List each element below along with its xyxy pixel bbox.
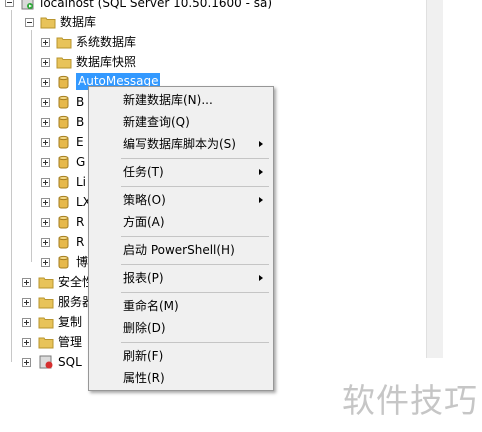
database-label: 博 <box>76 255 89 269</box>
expand-toggle[interactable] <box>22 318 31 327</box>
context-menu-item-label: 属性(R) <box>123 371 165 385</box>
database-label: 系统数据库 <box>76 35 137 49</box>
submenu-arrow-icon <box>259 197 263 203</box>
context-menu-item-label: 方面(A) <box>123 215 165 229</box>
context-menu-item-label: 新建查询(Q) <box>123 115 190 129</box>
context-menu-item[interactable]: 报表(P) <box>91 267 271 289</box>
database-label: Li <box>76 175 87 189</box>
database-label: G <box>76 155 86 169</box>
submenu-arrow-icon <box>259 275 263 281</box>
context-menu-item[interactable]: 任务(T) <box>91 161 271 183</box>
menu-separator <box>121 292 269 293</box>
folder-icon <box>38 337 54 349</box>
expand-toggle[interactable] <box>22 278 31 287</box>
menu-separator <box>121 342 269 343</box>
database-label: B <box>76 95 85 109</box>
menu-separator <box>121 158 269 159</box>
expand-toggle[interactable] <box>22 298 31 307</box>
folder-icon <box>38 297 54 309</box>
expand-toggle[interactable] <box>41 78 50 87</box>
expand-toggle[interactable] <box>41 198 50 207</box>
sql-agent-icon <box>39 355 53 369</box>
database-icon <box>58 255 69 269</box>
submenu-arrow-icon <box>259 141 263 147</box>
context-menu-item[interactable]: 方面(A) <box>91 211 271 233</box>
server-child-label: SQL <box>58 355 82 369</box>
context-menu-item[interactable]: 刷新(F) <box>91 345 271 367</box>
database-label: 数据库快照 <box>76 55 137 69</box>
context-menu-item-label: 报表(P) <box>123 271 164 285</box>
context-menu-item-label: 策略(O) <box>123 193 166 207</box>
context-menu-item[interactable]: 重命名(M) <box>91 295 271 317</box>
expand-toggle[interactable] <box>41 158 50 167</box>
database-icon <box>58 215 69 229</box>
database-icon <box>58 175 69 189</box>
menu-separator <box>121 236 269 237</box>
database-icon <box>58 135 69 149</box>
expand-toggle[interactable] <box>41 58 50 67</box>
folder-icon <box>56 57 72 69</box>
watermark: 软件技巧 <box>342 381 478 420</box>
context-menu-item-label: 重命名(M) <box>123 299 179 313</box>
database-icon <box>58 195 69 209</box>
context-menu-item-label: 删除(D) <box>123 321 166 335</box>
expand-toggle[interactable] <box>41 218 50 227</box>
database-label: R <box>76 235 85 249</box>
menu-separator <box>121 264 269 265</box>
collapse-toggle[interactable] <box>25 18 34 27</box>
vertical-scrollbar[interactable] <box>426 0 443 358</box>
folder-icon <box>38 317 54 329</box>
server-child-label: 复制 <box>58 315 83 329</box>
database-icon <box>58 235 69 249</box>
menu-separator <box>121 186 269 187</box>
expand-toggle[interactable] <box>41 178 50 187</box>
context-menu-item-label: 刷新(F) <box>123 349 164 363</box>
database-icon <box>58 155 69 169</box>
submenu-arrow-icon <box>259 169 263 175</box>
expand-toggle[interactable] <box>41 118 50 127</box>
database-label: R <box>76 215 85 229</box>
database-icon <box>58 115 69 129</box>
tree-line <box>11 10 12 362</box>
database-label: E <box>76 135 84 149</box>
context-menu-item[interactable]: 属性(R) <box>91 367 271 389</box>
tree-line <box>31 30 32 262</box>
expand-toggle[interactable] <box>41 38 50 47</box>
context-menu-item[interactable]: 删除(D) <box>91 317 271 339</box>
folder-icon <box>38 277 54 289</box>
server-icon <box>21 0 34 10</box>
databases-folder-label: 数据库 <box>60 15 97 29</box>
context-menu-item[interactable]: 策略(O) <box>91 189 271 211</box>
context-menu-item[interactable]: 编写数据库脚本为(S) <box>91 133 271 155</box>
expand-toggle[interactable] <box>41 258 50 267</box>
context-menu-item[interactable]: 新建数据库(N)... <box>91 89 271 111</box>
expand-toggle[interactable] <box>22 358 31 367</box>
expand-toggle[interactable] <box>41 98 50 107</box>
folder-icon <box>56 37 72 49</box>
context-menu: 新建数据库(N)... 新建查询(Q) 编写数据库脚本为(S) 任务(T) 策略(O) 方… <box>88 86 274 391</box>
expand-toggle[interactable] <box>22 338 31 347</box>
context-menu-item-label: 任务(T) <box>123 165 164 179</box>
database-label: B <box>76 115 85 129</box>
context-menu-item-label: 启动 PowerShell(H) <box>123 243 235 257</box>
context-menu-item[interactable]: 启动 PowerShell(H) <box>91 239 271 261</box>
expand-toggle[interactable] <box>41 138 50 147</box>
folder-icon <box>40 17 56 29</box>
collapse-toggle[interactable] <box>5 0 14 7</box>
context-menu-item-label: 编写数据库脚本为(S) <box>123 137 236 151</box>
server-child-label: 管理 <box>58 335 83 349</box>
database-icon <box>58 75 69 89</box>
context-menu-item-label: 新建数据库(N)... <box>123 93 213 107</box>
expand-toggle[interactable] <box>41 238 50 247</box>
database-icon <box>58 95 69 109</box>
context-menu-item[interactable]: 新建查询(Q) <box>91 111 271 133</box>
